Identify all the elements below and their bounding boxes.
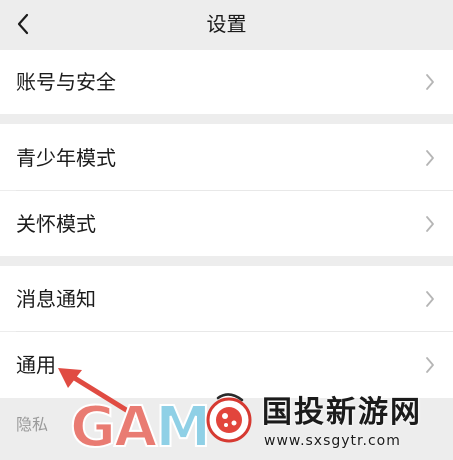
- watermark-gam-letter: M: [154, 395, 212, 460]
- settings-item-label: 消息通知: [16, 287, 96, 311]
- chevron-right-icon: [426, 74, 434, 90]
- watermark-gam: GAM: [69, 395, 212, 460]
- header: 设置: [0, 0, 453, 50]
- settings-item-account-security[interactable]: 账号与安全: [0, 50, 453, 114]
- watermark-gam-text: GAM: [69, 395, 212, 460]
- settings-item-teen-mode[interactable]: 青少年模式: [0, 124, 453, 190]
- chevron-right-icon: [426, 150, 434, 166]
- settings-item-label: 青少年模式: [16, 146, 116, 170]
- settings-item-label: 关怀模式: [16, 212, 96, 236]
- settings-item-notifications[interactable]: 消息通知: [0, 266, 453, 331]
- chevron-right-icon: [426, 216, 434, 232]
- settings-item-label: 账号与安全: [16, 70, 116, 94]
- settings-item-label: 通用: [16, 353, 56, 377]
- settings-item-care-mode[interactable]: 关怀模式: [0, 191, 453, 256]
- site-logo-icon: [206, 393, 252, 443]
- chevron-right-icon: [426, 291, 434, 307]
- section-title-privacy: 隐私: [16, 415, 49, 434]
- watermark-site-name: 国投新游网: [262, 395, 422, 430]
- page-title: 设置: [206, 12, 247, 36]
- chevron-right-icon: [426, 357, 434, 373]
- watermark-site-url: www.sxsgytr.com: [264, 433, 401, 449]
